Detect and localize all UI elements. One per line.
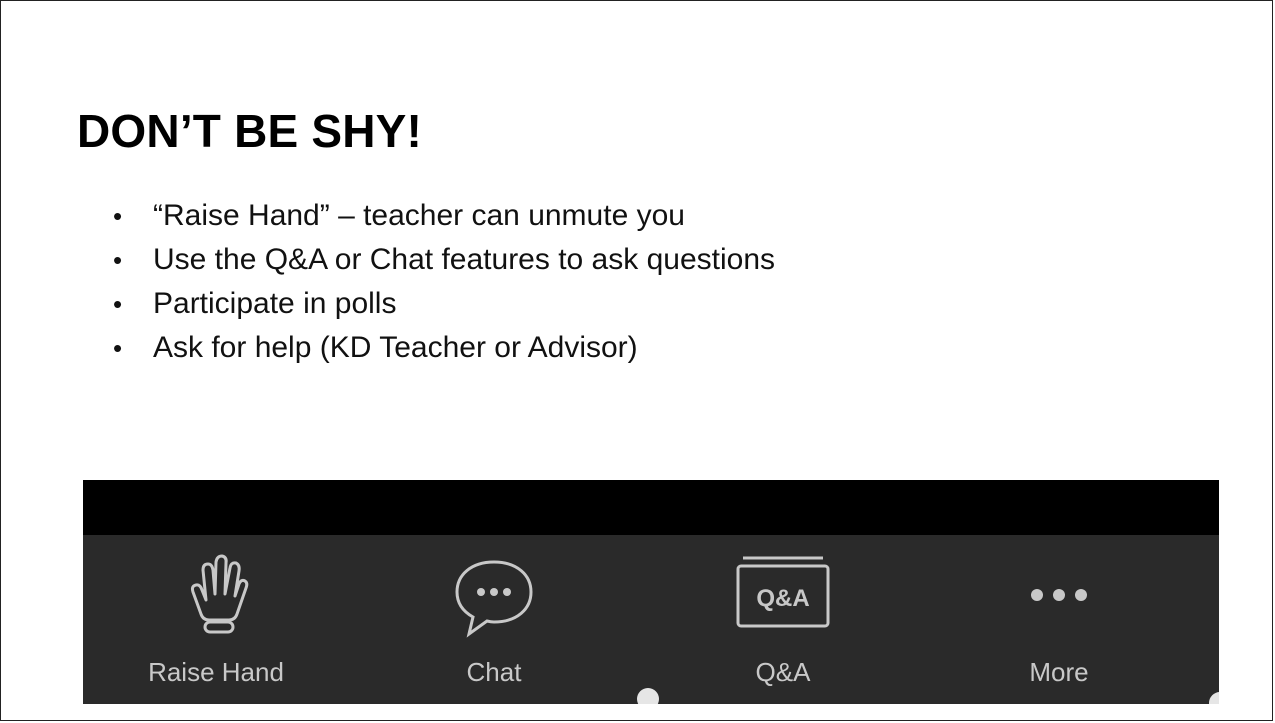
toolbar-top-band: [83, 480, 1219, 535]
slide-title: DON’T BE SHY!: [77, 105, 423, 157]
raise-hand-label: Raise Hand: [148, 657, 284, 687]
bullet-item: • Participate in polls: [113, 282, 775, 326]
raise-hand-icon: [190, 554, 249, 634]
bullet-item: • “Raise Hand” – teacher can unmute you: [113, 194, 775, 238]
page-indicator-dot: [1209, 692, 1219, 704]
page-indicator-dot: [637, 688, 659, 704]
more-label: More: [1029, 657, 1089, 687]
qa-label: Q&A: [755, 657, 811, 687]
chat-label: Chat: [466, 657, 522, 687]
bullet-text: “Raise Hand” – teacher can unmute you: [153, 199, 685, 232]
bullet-item: • Use the Q&A or Chat features to ask que…: [113, 238, 775, 282]
bullet-list: • “Raise Hand” – teacher can unmute you •…: [113, 194, 775, 370]
qa-icon: Q&A: [736, 556, 830, 628]
more-button[interactable]: More: [959, 550, 1159, 690]
bullet-text: Ask for help (KD Teacher or Advisor): [153, 331, 638, 364]
meeting-toolbar-screenshot: Raise Hand Chat Q&A Q&A More: [83, 480, 1219, 704]
bullet-dot: •: [113, 289, 123, 319]
qa-button[interactable]: Q&A Q&A: [683, 550, 883, 690]
bullet-text: Participate in polls: [153, 287, 397, 320]
slide: DON’T BE SHY! • “Raise Hand” – teacher ca…: [0, 0, 1273, 721]
more-dots-icon: [1031, 589, 1087, 601]
bullet-dot: •: [113, 333, 123, 363]
raise-hand-button[interactable]: Raise Hand: [116, 550, 316, 690]
chat-bubble-icon: [455, 560, 533, 638]
qa-icon-text: Q&A: [756, 585, 809, 612]
chat-button[interactable]: Chat: [394, 550, 594, 690]
bullet-dot: •: [113, 201, 123, 231]
bullet-dot: •: [113, 245, 123, 275]
bullet-text: Use the Q&A or Chat features to ask ques…: [153, 243, 776, 276]
bullet-item: • Ask for help (KD Teacher or Advisor): [113, 326, 775, 370]
